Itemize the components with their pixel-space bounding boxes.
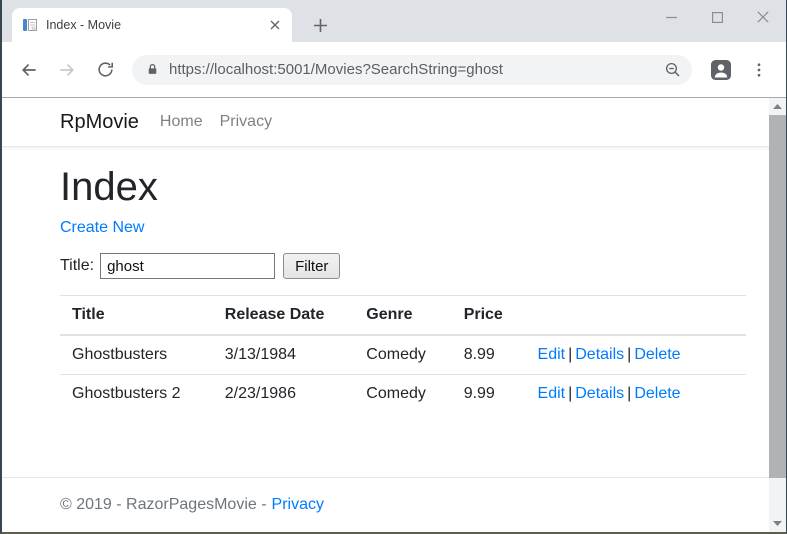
navbar-brand[interactable]: RpMovie [60, 111, 139, 134]
site-navbar: RpMovie Home Privacy [2, 98, 786, 147]
nav-link-privacy[interactable]: Privacy [220, 113, 272, 131]
movies-table: Title Release Date Genre Price Ghostbust… [60, 295, 746, 413]
table-row: Ghostbusters 3/13/1984 Comedy 8.99 Edit |… [60, 334, 746, 375]
close-window-button[interactable] [740, 0, 786, 34]
cell-actions: Edit | Details | Delete [525, 334, 746, 375]
table-header-row: Title Release Date Genre Price [60, 295, 746, 336]
lock-icon[interactable] [146, 63, 159, 76]
profile-avatar-icon[interactable] [704, 53, 738, 87]
scroll-down-arrow-icon[interactable] [769, 515, 786, 532]
action-separator: | [568, 385, 573, 402]
browser-toolbar: https://localhost:5001/Movies?SearchStri… [2, 42, 786, 98]
delete-link[interactable]: Delete [634, 346, 680, 363]
details-link[interactable]: Details [575, 346, 624, 363]
search-input[interactable] [100, 253, 276, 279]
browser-tab[interactable]: Index - Movie [12, 8, 292, 42]
minimize-button[interactable] [648, 0, 694, 34]
browser-window: Index - Movie https://localhost:5001/Mov… [0, 0, 787, 534]
cell-release-date: 2/23/1986 [212, 374, 355, 413]
menu-kebab-icon[interactable] [742, 53, 776, 87]
cell-actions: Edit | Details | Delete [525, 374, 746, 413]
maximize-button[interactable] [694, 0, 740, 34]
url-text[interactable]: https://localhost:5001/Movies?SearchStri… [169, 61, 654, 78]
new-tab-button[interactable] [306, 11, 334, 39]
title-filter-label: Title: [60, 257, 95, 274]
action-separator: | [627, 346, 632, 363]
cell-release-date: 3/13/1984 [212, 334, 355, 375]
address-bar[interactable]: https://localhost:5001/Movies?SearchStri… [132, 54, 692, 85]
edit-link[interactable]: Edit [538, 385, 566, 402]
details-link[interactable]: Details [575, 385, 624, 402]
site-footer: © 2019 - RazorPagesMovie - Privacy [2, 477, 786, 532]
nav-link-home[interactable]: Home [160, 113, 203, 131]
zoom-out-icon[interactable] [664, 61, 682, 79]
col-header-title: Title [60, 295, 213, 336]
window-controls [648, 0, 786, 34]
cell-title: Ghostbusters 2 [60, 374, 213, 413]
scrollbar-thumb[interactable] [769, 115, 786, 478]
col-header-actions [525, 295, 746, 336]
main-content: Index Create New Title: Filter Title Rel… [60, 163, 746, 413]
cell-genre: Comedy [354, 374, 452, 413]
back-button[interactable] [12, 53, 46, 87]
delete-link[interactable]: Delete [634, 385, 680, 402]
create-new-link[interactable]: Create New [60, 219, 144, 236]
page-viewport: RpMovie Home Privacy Index Create New Ti… [2, 98, 786, 532]
tab-title: Index - Movie [46, 18, 122, 32]
filter-button[interactable]: Filter [283, 253, 341, 279]
page-favicon-icon [22, 17, 38, 33]
action-separator: | [568, 346, 573, 363]
col-header-release-date: Release Date [212, 295, 355, 336]
copyright-text: © 2019 - RazorPagesMovie - [60, 496, 267, 513]
cell-title: Ghostbusters [60, 334, 213, 375]
page-title: Index [60, 165, 158, 209]
cell-price: 8.99 [451, 334, 526, 375]
cell-genre: Comedy [354, 334, 452, 375]
scroll-up-arrow-icon[interactable] [769, 98, 786, 115]
action-separator: | [627, 385, 632, 402]
col-header-genre: Genre [354, 295, 452, 336]
footer-privacy-link[interactable]: Privacy [272, 496, 324, 514]
edit-link[interactable]: Edit [538, 346, 566, 363]
vertical-scrollbar[interactable] [769, 98, 786, 532]
filter-form: Title: Filter [60, 253, 746, 279]
reload-button[interactable] [88, 53, 122, 87]
tab-strip: Index - Movie [2, 0, 786, 42]
cell-price: 9.99 [451, 374, 526, 413]
tab-close-icon[interactable] [266, 16, 284, 34]
col-header-price: Price [451, 295, 526, 336]
table-row: Ghostbusters 2 2/23/1986 Comedy 9.99 Edi… [60, 374, 746, 413]
forward-button[interactable] [50, 53, 84, 87]
